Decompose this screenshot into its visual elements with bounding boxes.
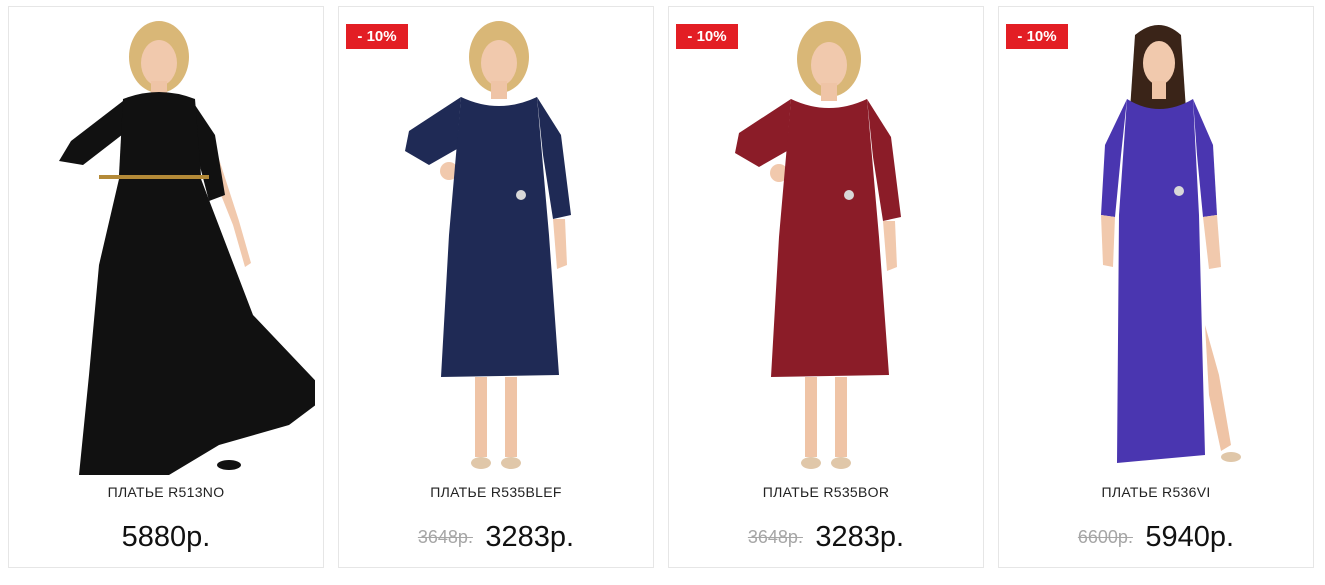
current-price: 5880р.: [121, 521, 211, 553]
product-card[interactable]: - 10% ПЛАТЬЕ R535BOR 3648р. 3283р.: [668, 6, 984, 568]
product-image[interactable]: [679, 15, 975, 475]
discount-badge: - 10%: [676, 24, 738, 49]
product-card[interactable]: - 10% ПЛАТЬЕ R536VI 6600р. 5940р.: [998, 6, 1314, 568]
product-image[interactable]: [349, 15, 645, 475]
product-title[interactable]: ПЛАТЬЕ R536VI: [999, 484, 1313, 500]
current-price: 3283р.: [485, 521, 575, 553]
product-title[interactable]: ПЛАТЬЕ R535BOR: [669, 484, 983, 500]
discount-badge: - 10%: [1006, 24, 1068, 49]
product-card[interactable]: ПЛАТЬЕ R513NO 5880р.: [8, 6, 324, 568]
product-title[interactable]: ПЛАТЬЕ R535BLEF: [339, 484, 653, 500]
price-block: 5880р.: [9, 521, 323, 554]
price-block: 3648р. 3283р.: [669, 521, 983, 554]
price-block: 3648р. 3283р.: [339, 521, 653, 554]
product-image[interactable]: [1009, 15, 1305, 475]
product-title[interactable]: ПЛАТЬЕ R513NO: [9, 484, 323, 500]
current-price: 5940р.: [1145, 521, 1235, 553]
product-grid: ПЛАТЬЕ R513NO 5880р. - 10% ПЛАТЬЕ R535BL…: [0, 0, 1325, 585]
old-price: 6600р.: [1077, 527, 1133, 547]
product-image[interactable]: [19, 15, 315, 475]
old-price: 3648р.: [417, 527, 473, 547]
discount-badge: - 10%: [346, 24, 408, 49]
price-block: 6600р. 5940р.: [999, 521, 1313, 554]
old-price: 3648р.: [747, 527, 803, 547]
product-card[interactable]: - 10% ПЛАТЬЕ R535BLEF 3648р. 3283р.: [338, 6, 654, 568]
current-price: 3283р.: [815, 521, 905, 553]
